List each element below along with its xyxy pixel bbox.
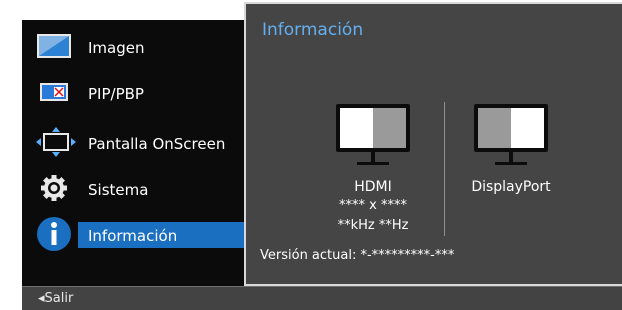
panel-title: Información	[262, 20, 364, 40]
hdmi-frequency: **kHz **Hz	[337, 218, 409, 233]
menu-item-sistema[interactable]: Sistema	[22, 170, 248, 210]
menu-item-pip-pbp[interactable]: PIP/PBP	[22, 74, 248, 114]
menu-item-informacion[interactable]: Información	[22, 216, 248, 256]
firmware-version: Versión actual: *-*********-***	[260, 248, 455, 263]
menu-item-imagen[interactable]: Imagen	[22, 28, 248, 68]
displayport-monitor-icon	[474, 104, 548, 170]
menu-item-label: Información	[88, 227, 178, 245]
displayport-label: DisplayPort	[471, 179, 551, 195]
picture-icon	[36, 33, 72, 63]
menu-item-pantalla-onscreen[interactable]: Pantalla OnScreen	[22, 124, 248, 164]
menu-item-label: Sistema	[88, 181, 149, 199]
info-icon	[36, 216, 72, 256]
menu-item-label: Imagen	[88, 39, 145, 57]
osd-menu: Imagen PIP/PBP Pantalla OnScreen Sistema…	[22, 0, 622, 310]
menu-item-label: Pantalla OnScreen	[88, 135, 226, 153]
hdmi-monitor-icon	[336, 104, 410, 170]
menu-item-label: PIP/PBP	[88, 85, 144, 103]
information-panel: Información HDMI **** x **** **kHz **Hz …	[244, 2, 622, 286]
hdmi-resolution: **** x ****	[339, 198, 407, 213]
exit-button[interactable]: ◂Salir	[38, 291, 73, 306]
onscreen-display-icon	[36, 127, 76, 161]
divider	[444, 102, 445, 236]
bottom-bar: ◂Salir	[22, 286, 622, 310]
pip-icon	[36, 79, 72, 109]
gear-icon	[36, 173, 72, 207]
main-menu: Imagen PIP/PBP Pantalla OnScreen Sistema…	[22, 20, 248, 286]
hdmi-label: HDMI	[354, 179, 392, 195]
